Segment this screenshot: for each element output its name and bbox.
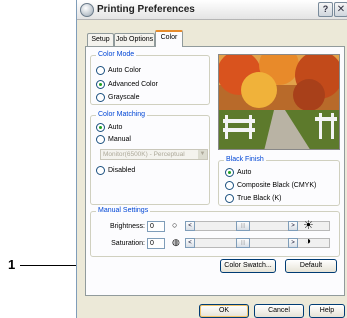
saturation-left-arrow[interactable]: <	[185, 238, 195, 248]
help-title-button[interactable]: ?	[318, 2, 333, 17]
radio-label: Composite Black (CMYK)	[237, 182, 317, 189]
tab-color[interactable]: Color	[155, 30, 183, 47]
ok-button[interactable]: OK	[199, 304, 249, 318]
color-matching-select[interactable]: Monitor(6500K) - Perceptual ▼	[100, 149, 208, 160]
saturation-slider-thumb[interactable]: |||	[236, 238, 250, 248]
radio-button[interactable]	[96, 80, 105, 89]
chevron-down-icon[interactable]: ▼	[198, 150, 207, 159]
radio-label: True Black (K)	[237, 195, 282, 202]
color-mode-title: Color Mode	[96, 51, 137, 58]
autumn-road-photo	[219, 55, 339, 149]
saturation-right-arrow[interactable]: >	[288, 238, 298, 248]
radio-label: Auto	[108, 124, 123, 131]
brightness-right-arrow[interactable]: >	[288, 221, 298, 231]
saturation-low-icon: ◍	[172, 237, 180, 247]
radio-label: Disabled	[108, 167, 136, 174]
window-title: Printing Preferences	[97, 4, 195, 15]
radio-button[interactable]	[96, 135, 105, 144]
sun-icon: ☀	[303, 218, 314, 232]
close-button[interactable]: ✕	[334, 2, 347, 17]
callout-number: 1	[8, 257, 16, 272]
radio-label: Advanced Color	[108, 81, 158, 88]
radio-button[interactable]	[225, 181, 234, 190]
radio-button[interactable]	[96, 123, 105, 132]
help-button[interactable]: Help	[309, 304, 345, 318]
radio-label: Grayscale	[108, 94, 140, 101]
radio-button[interactable]	[96, 166, 105, 175]
tab-setup[interactable]: Setup	[87, 33, 114, 46]
printer-icon	[80, 3, 94, 17]
brightness-label: Brightness:	[109, 223, 145, 230]
saturation-label: Saturation:	[111, 240, 145, 247]
saturation-input[interactable]: 0	[147, 238, 165, 249]
radio-label: Auto Color	[108, 67, 142, 74]
half-circle-icon: ◑	[305, 236, 312, 247]
title-bar[interactable]: Printing Preferences ? ✕	[77, 0, 347, 20]
color-swatch-button[interactable]: Color Swatch...	[220, 259, 276, 273]
radio-label: Manual	[108, 136, 131, 143]
cancel-button[interactable]: Cancel	[254, 304, 304, 318]
circle-outline-icon: ○	[172, 220, 178, 230]
brightness-left-arrow[interactable]: <	[185, 221, 195, 231]
radio-label: Auto	[237, 169, 252, 176]
color-preview-image	[218, 54, 340, 150]
default-button[interactable]: Default	[285, 259, 337, 273]
brightness-slider-thumb[interactable]: |||	[236, 221, 250, 231]
radio-button[interactable]	[225, 168, 234, 177]
brightness-input[interactable]: 0	[147, 221, 165, 232]
black-finish-title: Black Finish	[224, 156, 266, 163]
radio-button[interactable]	[225, 194, 234, 203]
radio-button[interactable]	[96, 93, 105, 102]
color-matching-title: Color Matching	[96, 111, 148, 118]
color-matching-select-value: Monitor(6500K) - Perceptual	[103, 151, 185, 158]
manual-settings-title: Manual Settings	[96, 207, 151, 214]
tab-job-options[interactable]: Job Options	[114, 33, 155, 46]
radio-button[interactable]	[96, 66, 105, 75]
